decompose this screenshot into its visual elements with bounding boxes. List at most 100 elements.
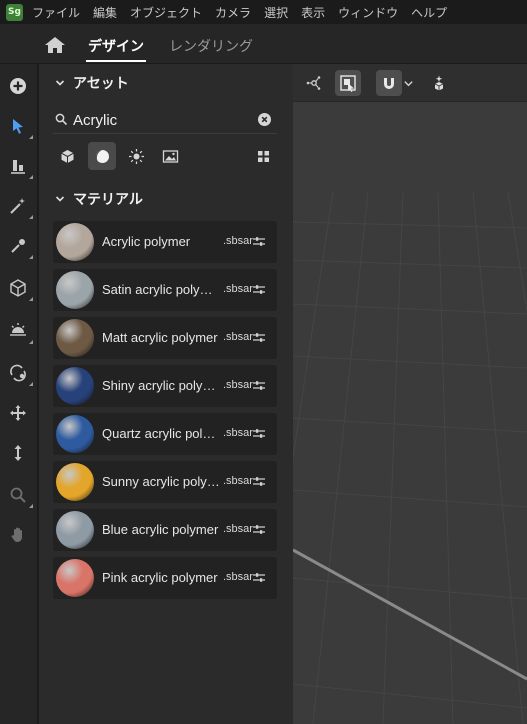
parametric-settings-icon[interactable] [253,380,265,391]
material-name: Pink acrylic polymer [102,570,218,585]
search-input[interactable] [73,109,243,131]
asset-search [53,108,277,134]
tab-rendering[interactable]: レンダリング [169,36,253,56]
material-name: Matt acrylic polymer [102,330,218,345]
magic-wand-icon[interactable] [6,194,33,219]
material-thumbnail [56,223,94,261]
chevron-down-icon[interactable] [400,70,416,96]
light-icon[interactable] [122,142,150,170]
material-thumbnail [56,271,94,309]
parametric-settings-icon[interactable] [253,524,265,535]
material-format: .sbsar [223,475,253,487]
material-format: .sbsar [223,523,253,535]
material-format: .sbsar [223,571,253,583]
menu-view[interactable]: 表示 [301,4,325,21]
material-icon[interactable] [88,142,116,170]
transform-icon[interactable] [6,361,33,386]
material-item[interactable]: Blue acrylic polymer .sbsar [53,509,277,551]
menu-help[interactable]: ヘルプ [411,4,447,21]
3d-viewport[interactable] [293,64,527,724]
material-thumbnail [56,319,94,357]
clear-search-icon[interactable] [258,113,271,126]
vertical-move-icon[interactable] [6,441,30,465]
home-icon[interactable] [44,36,66,54]
material-item[interactable]: Quartz acrylic polymer .sbsar [53,413,277,455]
workspace-tab-bar: デザイン レンダリング [0,24,527,64]
materials-section-header[interactable]: マテリアル [39,186,293,212]
materials-section-title: マテリアル [73,192,143,208]
tool-flyout-indicator [29,297,33,301]
menu-bar: Sg ファイル 編集 オブジェクト カメラ 選択 表示 ウィンドウ ヘルプ [0,0,527,24]
menu-object[interactable]: オブジェクト [130,4,202,21]
material-thumbnail [56,511,94,549]
menu-window[interactable]: ウィンドウ [338,4,398,21]
frame-selection-icon[interactable] [335,70,361,96]
material-name: Shiny acrylic polymer [102,378,220,393]
assets-panel-header[interactable]: アセット [39,64,293,102]
active-tab-indicator [86,60,146,62]
tab-design[interactable]: デザイン [88,36,144,56]
menu-edit[interactable]: 編集 [93,4,117,21]
light-icon[interactable] [6,319,33,344]
tool-flyout-indicator [29,215,33,219]
tool-flyout-indicator [29,175,33,179]
app-logo: Sg [6,3,23,21]
eyedropper-icon[interactable] [6,234,33,259]
material-thumbnail [56,367,94,405]
tool-bar [0,64,38,724]
material-thumbnail [56,463,94,501]
tool-flyout-indicator [29,135,33,139]
parametric-settings-icon[interactable] [253,476,265,487]
materials-list: Acrylic polymer .sbsar Satin acrylic polym… [53,221,277,605]
grid-view-icon[interactable] [249,142,277,170]
image-icon[interactable] [156,142,184,170]
menu-file[interactable]: ファイル [32,4,80,21]
material-format: .sbsar [223,283,253,295]
tool-flyout-indicator [29,340,33,344]
parametric-settings-icon[interactable] [253,428,265,439]
move-icon[interactable] [6,401,30,425]
material-format: .sbsar [223,235,253,247]
select-arrow-icon[interactable] [6,114,33,139]
parametric-settings-icon[interactable] [253,236,265,247]
hand-icon[interactable] [6,523,30,547]
model-icon[interactable] [53,142,81,170]
material-item[interactable]: Shiny acrylic polymer .sbsar [53,365,277,407]
material-name: Sunny acrylic polymer [102,474,220,489]
material-thumbnail [56,559,94,597]
viewport-toolbar [293,64,527,102]
tool-flyout-indicator [29,382,33,386]
tool-flyout-indicator [29,504,33,508]
parametric-settings-icon[interactable] [253,284,265,295]
material-item[interactable]: Pink acrylic polymer .sbsar [53,557,277,599]
add-icon[interactable] [6,74,30,98]
assets-panel: アセット マテリアル Acrylic polymer.sbsarSatin ac… [39,64,293,724]
chevron-down-icon [55,80,65,86]
align-icon[interactable] [6,154,33,179]
search-icon [55,113,68,126]
snap-magnet-icon[interactable] [376,70,402,96]
zoom-icon[interactable] [6,483,33,508]
assets-panel-title: アセット [73,76,129,92]
material-item[interactable]: Acrylic polymer .sbsar [53,221,277,263]
menu-select[interactable]: 選択 [264,4,288,21]
chevron-down-icon [55,196,65,202]
material-format: .sbsar [223,379,253,391]
material-format: .sbsar [223,427,253,439]
tool-flyout-indicator [29,255,33,259]
material-item[interactable]: Satin acrylic polymer .sbsar [53,269,277,311]
smart-placement-icon[interactable] [426,70,452,96]
cube-icon[interactable] [6,276,33,301]
parametric-settings-icon[interactable] [253,572,265,583]
menu-camera[interactable]: カメラ [215,4,251,21]
material-name: Satin acrylic polymer [102,282,220,297]
material-name: Acrylic polymer [102,234,191,249]
scene-graph-icon[interactable] [301,70,327,96]
material-item[interactable]: Matt acrylic polymer .sbsar [53,317,277,359]
material-name: Blue acrylic polymer [102,522,219,537]
material-item[interactable]: Sunny acrylic polymer .sbsar [53,461,277,503]
parametric-settings-icon[interactable] [253,332,265,343]
ground-grid [293,191,527,724]
material-name: Quartz acrylic polymer [102,426,220,441]
asset-type-filters [53,142,277,170]
